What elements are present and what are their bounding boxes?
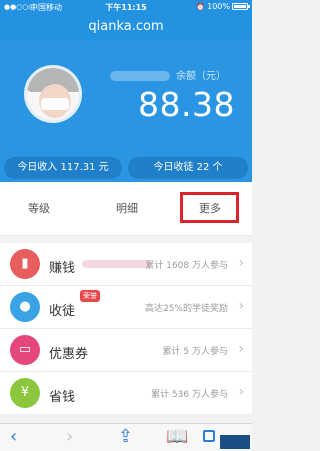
chevron-right-icon: ›: [238, 341, 244, 357]
list-item-apprentice[interactable]: ● 收徒 荣誉 高达25%的学徒奖励 ›: [0, 286, 252, 329]
earn-icon: ▮: [10, 249, 40, 279]
blurred-overlay: [82, 260, 152, 268]
apprentice-icon: ●: [10, 292, 40, 322]
list-item-title: 赚钱: [49, 261, 76, 276]
balance-label: 余额（元）: [176, 71, 226, 82]
list-item-subtitle: 累计 536 万人参与: [151, 390, 228, 400]
blurred-username: [110, 71, 170, 81]
tab-details[interactable]: 明细: [116, 200, 138, 216]
tab-bar: 等级 明细 更多: [0, 182, 252, 236]
tabs-icon[interactable]: [203, 427, 215, 447]
avatar[interactable]: [24, 65, 82, 123]
watermark-logo: [220, 435, 250, 449]
coupon-icon-glyph: ▭: [18, 342, 32, 357]
list-item-coupon[interactable]: ▭ 优惠券 累计 5 万人参与 ›: [0, 329, 252, 372]
promo-badge: 荣誉: [80, 290, 100, 302]
status-right: ⏰ 100%: [196, 2, 250, 11]
save-money-icon: ¥: [10, 378, 40, 408]
balance-value: 88.38: [138, 85, 235, 124]
battery-percent: 100%: [207, 2, 230, 11]
today-apprentice-pill[interactable]: 今日收徒 22 个: [128, 157, 248, 179]
bookmarks-icon[interactable]: 📖: [166, 427, 188, 447]
apprentice-icon-glyph: ●: [19, 299, 31, 314]
alarm-icon: ⏰: [196, 2, 206, 11]
share-icon[interactable]: ⇪: [118, 427, 133, 447]
annotation-highlight-box: [180, 192, 239, 223]
list-item-subtitle: 高达25%的学徒奖励: [144, 304, 228, 314]
account-header: 余额（元） 88.38 今日收入 117.31 元 今日收徒 22 个: [0, 40, 252, 182]
chevron-right-icon: ›: [238, 384, 244, 400]
url-text: qianka.com: [88, 19, 164, 34]
chevron-right-icon: ›: [238, 255, 244, 271]
back-icon[interactable]: ‹: [10, 427, 17, 447]
list-item-save-money[interactable]: ¥ 省钱 累计 536 万人参与 ›: [0, 372, 252, 415]
battery-fill: [234, 5, 246, 8]
earn-icon-glyph: ▮: [21, 256, 29, 271]
feature-list: ▮ 赚钱 累计 1608 万人参与 › ● 收徒 荣誉 高达25%的学徒奖励 ›…: [0, 243, 252, 415]
forward-icon[interactable]: ›: [66, 427, 73, 447]
avatar-mask: [41, 98, 69, 110]
browser-toolbar: ‹ › ⇪ 📖: [0, 423, 252, 451]
list-item-subtitle: 累计 5 万人参与: [162, 347, 228, 357]
today-income-pill[interactable]: 今日收入 117.31 元: [4, 157, 122, 179]
tab-level[interactable]: 等级: [28, 200, 50, 216]
tabs-icon-box: [203, 430, 215, 442]
list-item-title: 优惠券: [49, 347, 89, 362]
chevron-right-icon: ›: [238, 298, 244, 314]
status-bar: ●●○○○ 中国移动 下午11:15 ⏰ 100%: [0, 0, 252, 14]
coupon-icon: ▭: [10, 335, 40, 365]
list-item-title: 省钱: [49, 390, 76, 405]
list-item-title: 收徒: [49, 304, 76, 319]
save-money-icon-glyph: ¥: [20, 385, 30, 400]
list-item-earn[interactable]: ▮ 赚钱 累计 1608 万人参与 ›: [0, 243, 252, 286]
address-bar[interactable]: qianka.com: [0, 14, 252, 40]
battery-icon: [232, 3, 250, 10]
list-item-subtitle: 累计 1608 万人参与: [145, 261, 228, 271]
